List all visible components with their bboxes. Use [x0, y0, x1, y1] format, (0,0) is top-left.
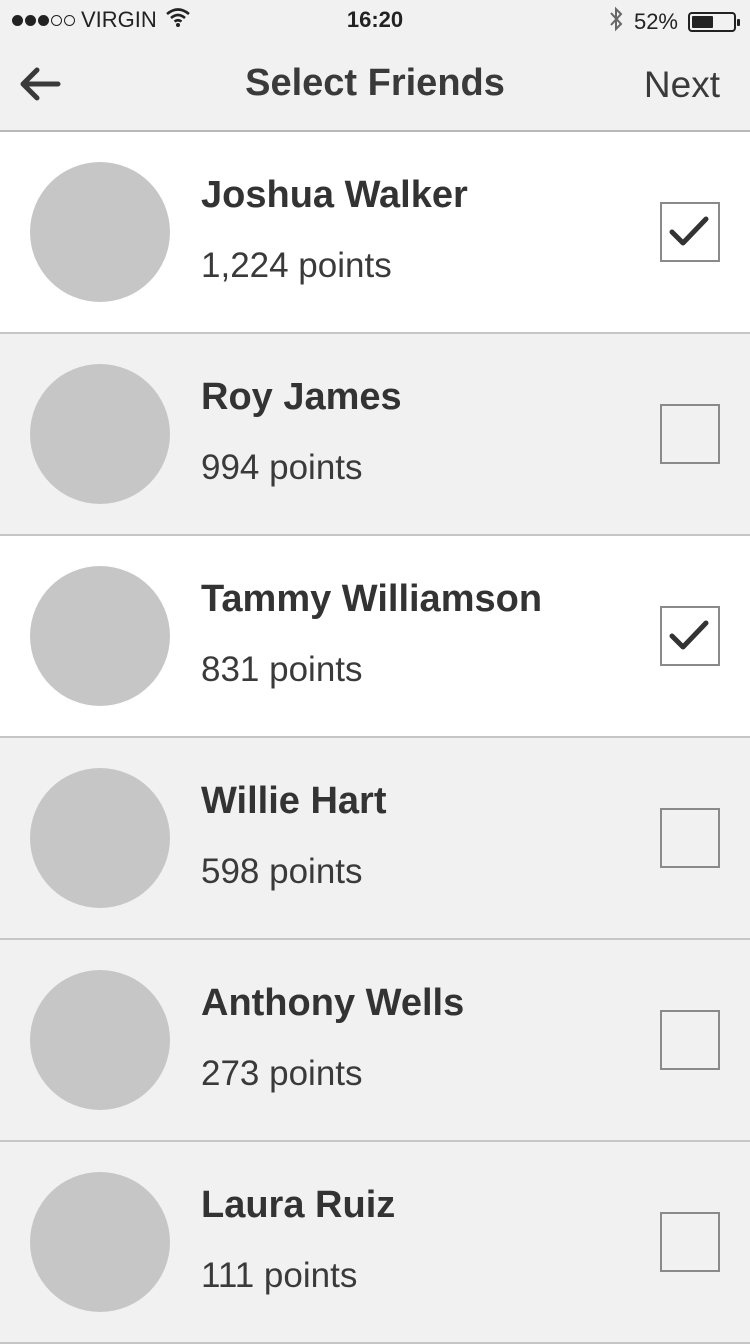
friend-row[interactable]: Joshua Walker 1,224 points: [0, 132, 750, 334]
select-checkbox[interactable]: [660, 202, 720, 262]
select-checkbox[interactable]: [660, 1010, 720, 1070]
friend-name: Anthony Wells: [201, 982, 465, 1024]
next-button[interactable]: Next: [644, 64, 720, 106]
status-bar: VIRGIN 16:20 52%: [0, 0, 750, 40]
checkmark-icon: [669, 620, 709, 650]
battery-percent: 52%: [633, 9, 678, 34]
friend-row[interactable]: Anthony Wells 273 points: [0, 940, 750, 1142]
status-right: 52%: [608, 6, 740, 38]
friend-points: 111 points: [201, 1256, 358, 1295]
avatar: [30, 1172, 170, 1312]
select-checkbox[interactable]: [660, 808, 720, 868]
friend-row[interactable]: Tammy Williamson 831 points: [0, 536, 750, 738]
select-checkbox[interactable]: [660, 1212, 720, 1272]
battery-fill: [692, 16, 713, 28]
battery-icon: [688, 12, 740, 32]
select-checkbox[interactable]: [660, 404, 720, 464]
friend-name: Laura Ruiz: [201, 1184, 396, 1226]
friend-points: 273 points: [201, 1054, 363, 1093]
friend-row[interactable]: Laura Ruiz 111 points: [0, 1142, 750, 1344]
checkmark-icon: [669, 216, 709, 246]
friend-points: 598 points: [201, 852, 363, 891]
friend-row[interactable]: Willie Hart 598 points: [0, 738, 750, 940]
avatar: [30, 970, 170, 1110]
navigation-bar: Select Friends Next: [0, 40, 750, 132]
avatar: [30, 364, 170, 504]
avatar: [30, 768, 170, 908]
friend-name: Joshua Walker: [201, 174, 468, 216]
bluetooth-icon: [608, 6, 624, 38]
friend-name: Roy James: [201, 376, 402, 418]
avatar: [30, 566, 170, 706]
friend-row[interactable]: Roy James 994 points: [0, 334, 750, 536]
avatar: [30, 162, 170, 302]
friend-name: Willie Hart: [201, 780, 387, 822]
friend-points: 994 points: [201, 448, 363, 487]
friend-list: Joshua Walker 1,224 points Roy James 994…: [0, 132, 750, 1344]
select-checkbox[interactable]: [660, 606, 720, 666]
page-title: Select Friends: [245, 62, 505, 104]
friend-points: 1,224 points: [201, 246, 392, 285]
friend-points: 831 points: [201, 650, 363, 689]
friend-name: Tammy Williamson: [201, 578, 543, 620]
